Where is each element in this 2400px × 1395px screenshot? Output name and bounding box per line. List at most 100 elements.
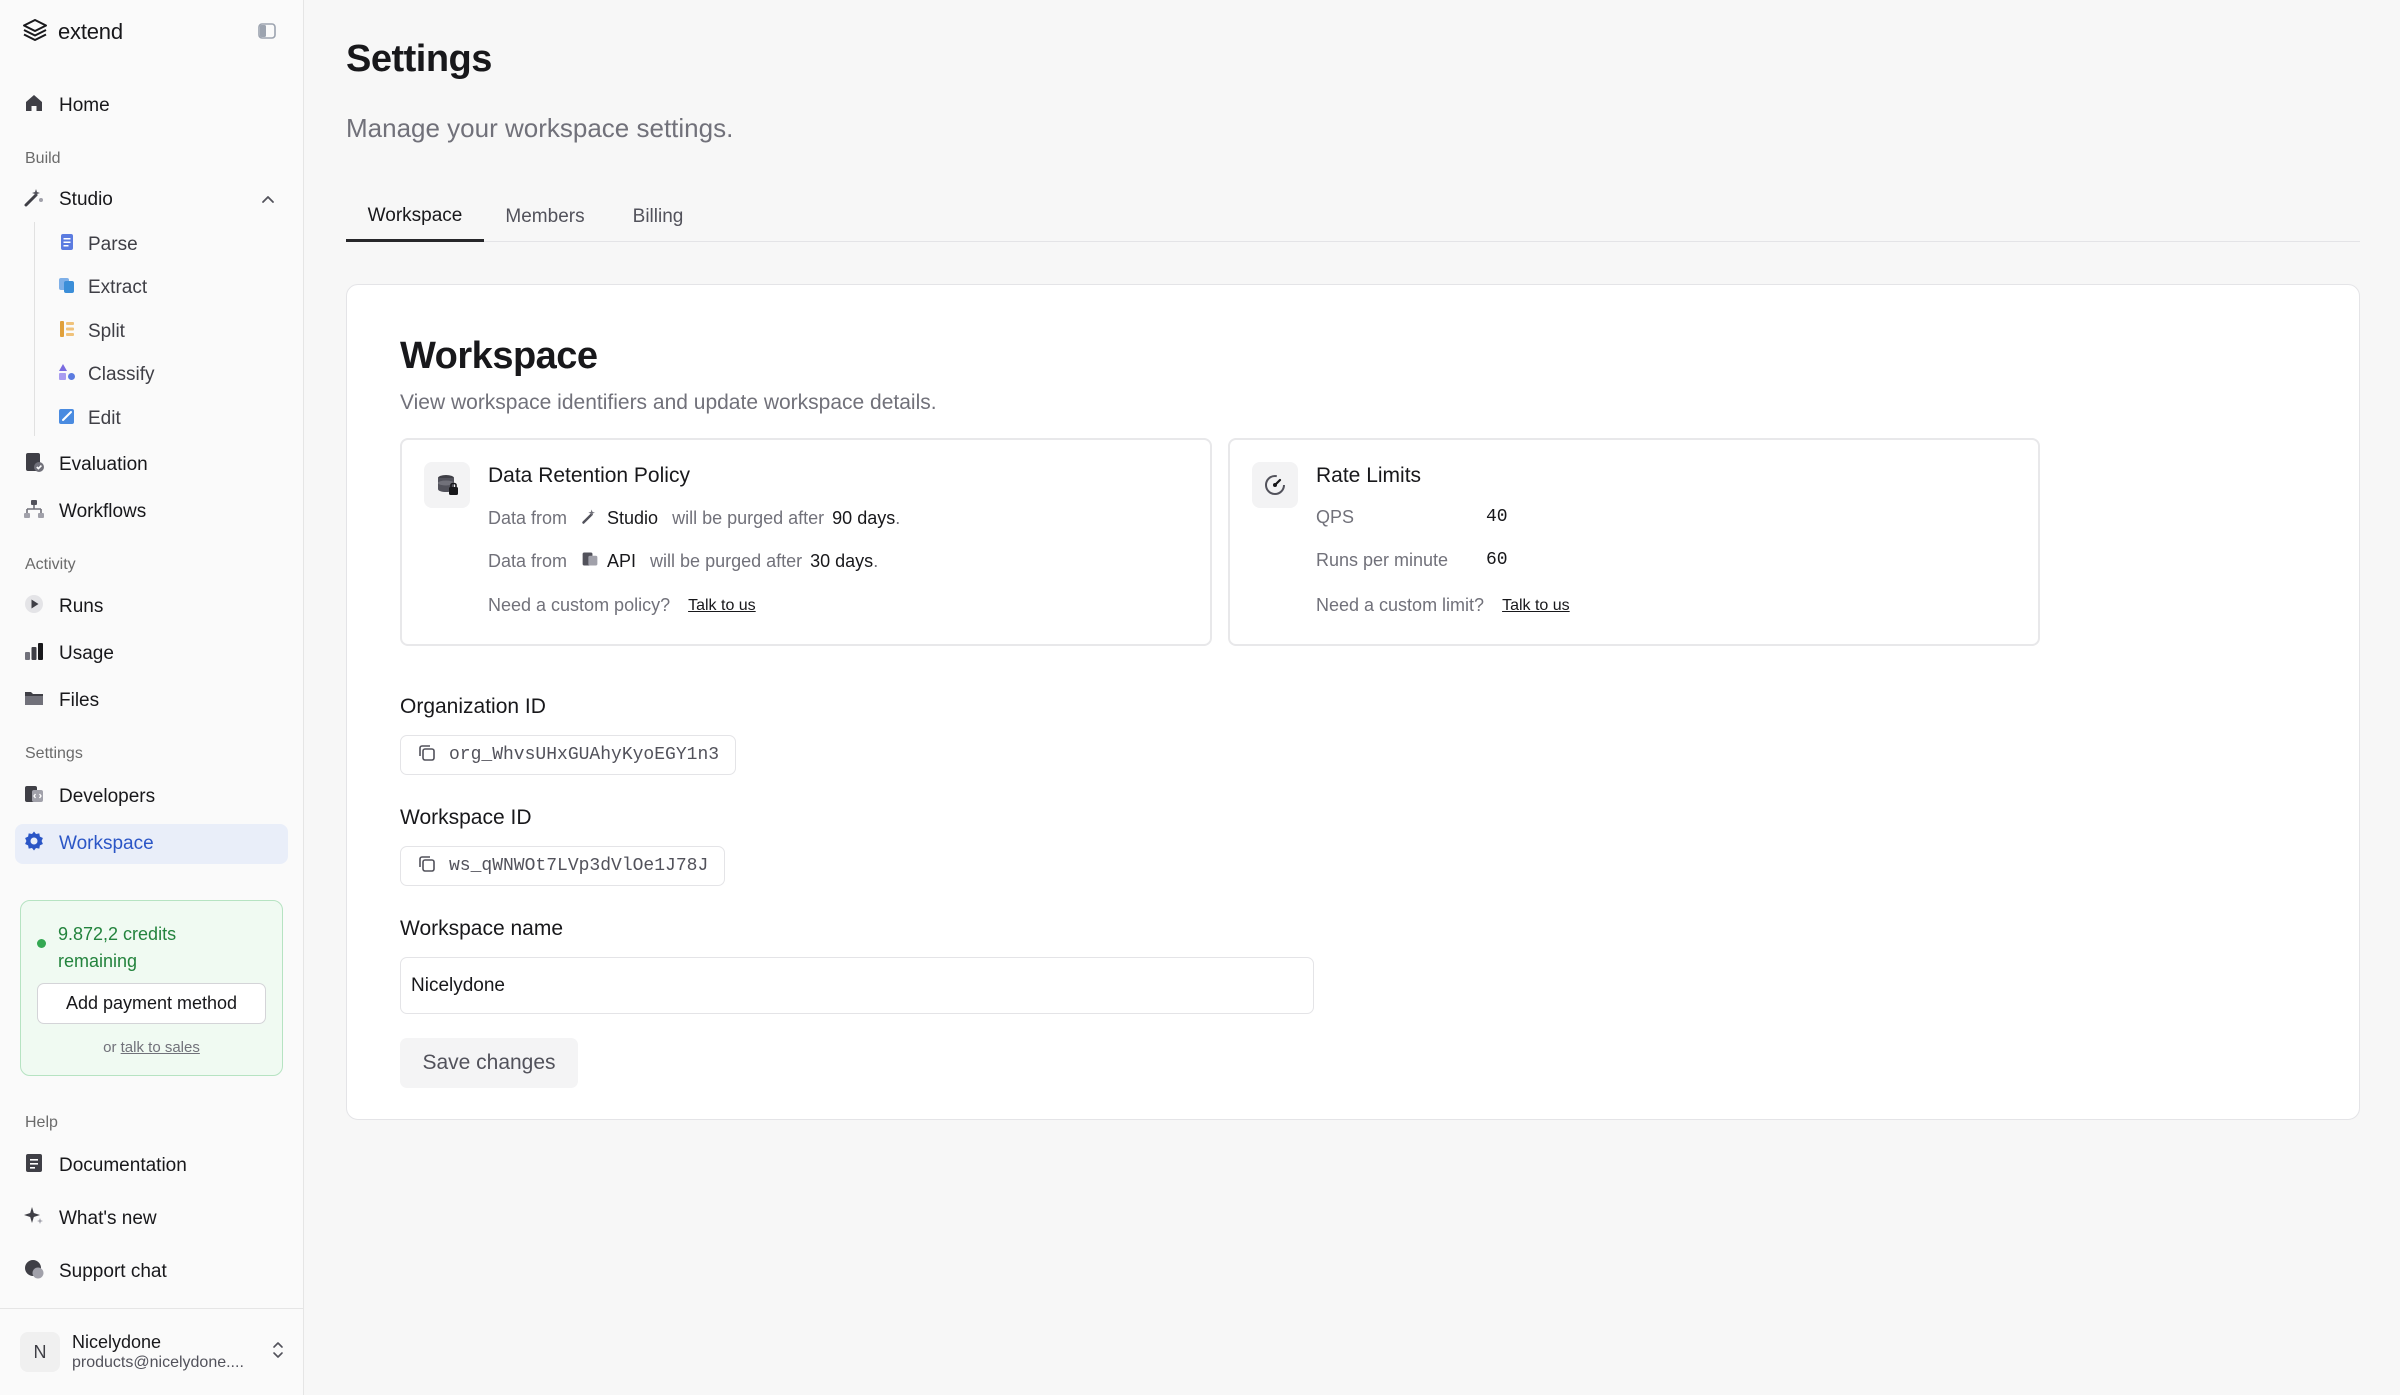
chevron-up-icon[interactable] — [260, 192, 276, 214]
section-help: Help — [25, 1114, 58, 1131]
save-changes-button[interactable]: Save changes — [400, 1038, 578, 1088]
section-build: Build — [25, 150, 61, 167]
sidebar-item-split[interactable]: Split — [58, 315, 278, 349]
sub-item-label: Classify — [88, 364, 155, 385]
retention-source: API — [607, 551, 637, 571]
tab-members[interactable]: Members — [484, 192, 606, 242]
sidebar-item-extract[interactable]: Extract — [58, 271, 278, 305]
sidebar-item-runs[interactable]: Runs — [15, 587, 288, 627]
settings-tabs: Workspace Members Billing — [346, 192, 2360, 242]
sidebar-item-label: Usage — [59, 643, 114, 664]
card-description: View workspace identifiers and update wo… — [400, 391, 937, 414]
studio-icon — [23, 186, 45, 214]
tab-billing[interactable]: Billing — [606, 192, 710, 242]
extend-logo-icon — [22, 18, 48, 47]
tab-workspace[interactable]: Workspace — [346, 192, 484, 242]
sidebar-item-classify[interactable]: Classify — [58, 358, 278, 392]
retention-title: Data Retention Policy — [488, 464, 690, 487]
sidebar-item-label: Developers — [59, 786, 156, 807]
sidebar-item-label: Support chat — [59, 1261, 167, 1282]
workspace-id-value: ws_qWNWOt7LVp3dVlOe1J78J — [449, 856, 709, 876]
gear-icon — [23, 830, 45, 858]
extract-icon — [58, 276, 76, 300]
workspace-id-copy[interactable]: ws_qWNWOt7LVp3dVlOe1J78J — [400, 846, 726, 886]
chevron-up-down-icon — [270, 1339, 286, 1366]
credits-or: or — [103, 1039, 117, 1056]
user-divider — [0, 1308, 304, 1309]
retention-custom-text: Need a custom policy? — [488, 595, 671, 615]
evaluation-icon — [23, 451, 45, 479]
retention-line-api: Data from API will be purged after 30 da… — [488, 550, 878, 573]
sidebar-item-usage[interactable]: Usage — [15, 634, 288, 674]
user-meta: Nicelydone products@nicelydone.... — [72, 1331, 258, 1373]
runs-per-minute-value: 60 — [1486, 550, 1508, 570]
brand[interactable]: extend — [22, 18, 123, 46]
rate-limits-box: Rate Limits QPS 40 Runs per minute 60 Ne… — [1228, 438, 2040, 646]
sub-item-label: Parse — [88, 234, 138, 255]
sidebar-item-support-chat[interactable]: Support chat — [15, 1252, 288, 1292]
api-chip: API — [575, 550, 642, 573]
sidebar-item-label: Home — [59, 95, 110, 116]
user-menu[interactable]: N Nicelydone products@nicelydone.... — [20, 1326, 286, 1378]
parse-icon — [58, 233, 76, 257]
talk-to-us-link[interactable]: Talk to us — [688, 597, 756, 615]
play-icon — [23, 593, 45, 621]
copy-icon — [417, 743, 437, 768]
sidebar-item-whats-new[interactable]: What's new — [15, 1199, 288, 1239]
rate-limits-custom: Need a custom limit? Talk to us — [1316, 595, 1570, 616]
qps-label: QPS — [1316, 507, 1355, 527]
retention-days: 30 days — [810, 551, 874, 571]
add-payment-method-button[interactable]: Add payment method — [37, 983, 266, 1024]
sparkle-icon — [23, 1205, 45, 1233]
credits-remaining: 9.872,2 credits remaining — [58, 924, 177, 971]
folder-icon — [23, 687, 45, 715]
workspace-id-label: Workspace ID — [400, 806, 532, 829]
credits-status-dot — [37, 939, 46, 948]
sidebar-item-workflows[interactable]: Workflows — [15, 492, 288, 532]
section-activity: Activity — [25, 556, 76, 573]
credits-card: 9.872,2 credits remaining Add payment me… — [20, 900, 283, 1076]
copy-icon — [417, 854, 437, 879]
sidebar-item-files[interactable]: Files — [15, 681, 288, 721]
sidebar-item-parse[interactable]: Parse — [58, 228, 278, 262]
edit-icon — [58, 407, 76, 431]
retention-prefix: Data from — [488, 508, 568, 528]
database-lock-icon — [424, 462, 470, 508]
retention-custom: Need a custom policy? Talk to us — [488, 595, 756, 616]
workspace-name-label: Workspace name — [400, 917, 564, 940]
page-subtitle: Manage your workspace settings. — [346, 113, 734, 143]
rate-limits-title: Rate Limits — [1316, 464, 1422, 487]
home-icon — [23, 92, 45, 120]
user-email: products@nicelydone.... — [72, 1354, 244, 1371]
sidebar-item-developers[interactable]: Developers — [15, 777, 288, 817]
sidebar-item-evaluation[interactable]: Evaluation — [15, 445, 288, 485]
talk-to-sales-link[interactable]: talk to sales — [121, 1039, 200, 1056]
retention-days: 90 days — [832, 508, 896, 528]
sidebar-item-studio[interactable]: Studio — [15, 180, 288, 220]
sidebar-item-workspace[interactable]: Workspace — [15, 824, 288, 864]
workspace-name-input[interactable] — [400, 957, 1314, 1014]
studio-icon — [581, 507, 599, 530]
gauge-icon — [1252, 462, 1298, 508]
organization-id-copy[interactable]: org_WhvsUHxGUAhyKyoEGY1n3 — [400, 735, 737, 775]
main-content: Settings Manage your workspace settings.… — [304, 0, 2400, 1395]
developers-icon — [23, 783, 45, 811]
usage-chart-icon — [23, 640, 45, 668]
workflows-icon — [23, 498, 45, 526]
support-chat-icon — [23, 1258, 45, 1286]
page-title: Settings — [346, 38, 492, 80]
runs-per-minute-label: Runs per minute — [1316, 550, 1449, 570]
retention-middle: will be purged after — [650, 551, 803, 571]
sidebar-item-label: Studio — [59, 189, 113, 210]
user-name: Nicelydone — [72, 1332, 162, 1352]
api-icon — [581, 550, 599, 573]
sidebar-item-label: Runs — [59, 596, 104, 617]
retention-middle: will be purged after — [672, 508, 825, 528]
card-title: Workspace — [400, 335, 598, 377]
sidebar-item-documentation[interactable]: Documentation — [15, 1146, 288, 1186]
documentation-icon — [23, 1152, 45, 1180]
sidebar-item-edit[interactable]: Edit — [58, 402, 278, 436]
sidebar-item-home[interactable]: Home — [15, 86, 288, 126]
talk-to-us-link[interactable]: Talk to us — [1502, 597, 1570, 615]
sidebar-collapse-button[interactable] — [254, 20, 280, 46]
